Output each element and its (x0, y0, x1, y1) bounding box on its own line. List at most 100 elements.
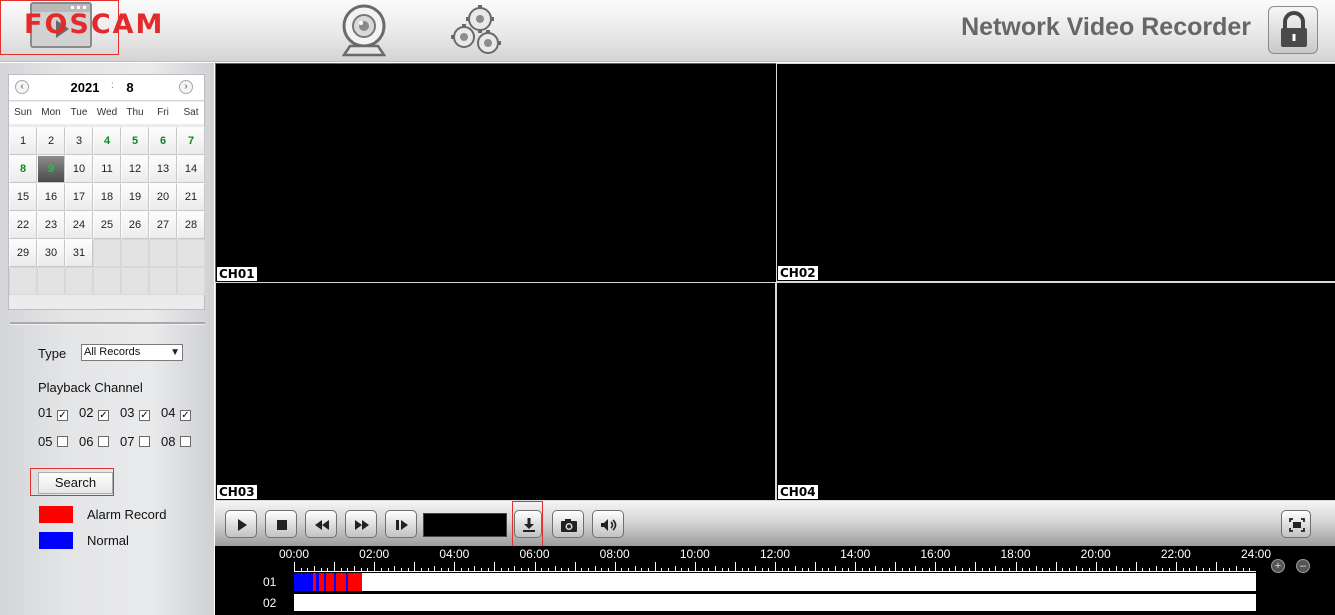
calendar-day-22[interactable]: 22 (9, 211, 37, 239)
checkmark-icon[interactable]: ✓ (139, 410, 150, 421)
channel-checkbox-07[interactable]: 07 (120, 434, 150, 449)
checkbox-icon[interactable] (180, 436, 191, 447)
calendar-day-20[interactable]: 20 (149, 183, 177, 211)
channel-checkbox-05[interactable]: 05 (38, 434, 68, 449)
timeline-track-01[interactable] (294, 573, 1256, 591)
timeline-hour-label: 16:00 (920, 547, 951, 561)
calendar-day-11[interactable]: 11 (93, 155, 121, 183)
calendar-day-7[interactable]: 7 (177, 127, 205, 155)
calendar-day-17[interactable]: 17 (65, 183, 93, 211)
calendar-empty-cell (93, 267, 121, 295)
checkbox-icon[interactable] (98, 436, 109, 447)
fast-forward-button[interactable] (345, 510, 377, 538)
checkmark-icon[interactable]: ✓ (98, 410, 109, 421)
timeline-row-label-02: 02 (263, 596, 277, 610)
calendar-day-31[interactable]: 31 (65, 239, 93, 267)
video-grid: CH01 CH02 CH03 CH04 (215, 63, 1335, 501)
calendar-day-15[interactable]: 15 (9, 183, 37, 211)
lock-button[interactable] (1268, 6, 1318, 54)
channel-number: 05 (38, 434, 53, 449)
calendar-day-4[interactable]: 4 (93, 127, 121, 155)
play-button[interactable] (225, 510, 257, 538)
calendar-day-27[interactable]: 27 (149, 211, 177, 239)
timeline-hour-label: 10:00 (679, 547, 710, 561)
alarm-record-swatch (39, 506, 73, 523)
stop-button[interactable] (265, 510, 297, 538)
channel-checkbox-04[interactable]: 04 ✓ (161, 405, 191, 421)
weekday-label: Sat (183, 107, 199, 118)
checkmark-icon[interactable]: ✓ (180, 410, 191, 421)
video-window-ch02[interactable]: CH02 (776, 63, 1335, 282)
timeline-hour-label: 02:00 (359, 547, 390, 561)
channel-checkbox-03[interactable]: 03 ✓ (120, 405, 150, 421)
calendar-day-29[interactable]: 29 (9, 239, 37, 267)
record-type-value: All Records (84, 346, 141, 358)
calendar-day-21[interactable]: 21 (177, 183, 205, 211)
alarm-record-segment[interactable] (335, 573, 347, 591)
rewind-icon (315, 520, 329, 530)
next-month-button[interactable]: › (179, 80, 193, 94)
calendar-month[interactable]: 8 (117, 79, 143, 96)
alarm-record-segment[interactable] (326, 573, 335, 591)
frame-step-button[interactable] (385, 510, 417, 538)
calendar-day-28[interactable]: 28 (177, 211, 205, 239)
rewind-button[interactable] (305, 510, 337, 538)
calendar-day-6[interactable]: 6 (149, 127, 177, 155)
fast-forward-icon (355, 520, 369, 530)
calendar-day-25[interactable]: 25 (93, 211, 121, 239)
snapshot-button[interactable] (552, 510, 584, 538)
channel-checkbox-01[interactable]: 01 ✓ (38, 405, 68, 421)
checkbox-icon[interactable] (139, 436, 150, 447)
playback-speed-display (423, 513, 507, 537)
calendar-day-23[interactable]: 23 (37, 211, 65, 239)
checkmark-icon[interactable]: ✓ (57, 410, 68, 421)
calendar-day-10[interactable]: 10 (65, 155, 93, 183)
calendar-day-16[interactable]: 16 (37, 183, 65, 211)
timeline-hour-label: 18:00 (1000, 547, 1031, 561)
timeline-hour-label: 22:00 (1160, 547, 1191, 561)
chevron-down-icon: ▼ (170, 347, 180, 358)
calendar-day-3[interactable]: 3 (65, 127, 93, 155)
nav-settings-button[interactable] (446, 3, 506, 59)
timeline-track-02[interactable] (294, 594, 1256, 611)
video-window-ch03[interactable]: CH03 (215, 282, 776, 501)
previous-month-button[interactable]: ‹ (15, 80, 29, 94)
channel-number: 08 (161, 434, 176, 449)
calendar-year[interactable]: 2021 (65, 79, 105, 96)
step-icon (396, 520, 408, 530)
checkbox-icon[interactable] (57, 436, 68, 447)
calendar-day-26[interactable]: 26 (121, 211, 149, 239)
video-window-ch04[interactable]: CH04 (776, 282, 1335, 501)
calendar-day-12[interactable]: 12 (121, 155, 149, 183)
calendar-day-9[interactable]: 9 (37, 155, 65, 183)
search-button[interactable]: Search (38, 472, 113, 494)
calendar-day-5[interactable]: 5 (121, 127, 149, 155)
type-label: Type (38, 346, 67, 361)
channel-checkbox-08[interactable]: 08 (161, 434, 191, 449)
audio-button[interactable] (592, 510, 624, 538)
timeline-zoom-in-button[interactable]: + (1271, 559, 1285, 573)
calendar-empty-cell (121, 267, 149, 295)
download-button[interactable] (514, 510, 542, 538)
calendar-day-30[interactable]: 30 (37, 239, 65, 267)
calendar-day-13[interactable]: 13 (149, 155, 177, 183)
nav-live-view-button[interactable] (334, 3, 394, 59)
alarm-record-segment[interactable] (348, 573, 363, 591)
channel-checkbox-02[interactable]: 02 ✓ (79, 405, 109, 421)
calendar-day-8[interactable]: 8 (9, 155, 37, 183)
calendar-day-24[interactable]: 24 (65, 211, 93, 239)
calendar-day-1[interactable]: 1 (9, 127, 37, 155)
normal-record-segment[interactable] (294, 573, 313, 591)
fullscreen-button[interactable] (1281, 510, 1311, 538)
calendar-day-18[interactable]: 18 (93, 183, 121, 211)
gears-icon (451, 5, 501, 54)
channel-checkbox-06[interactable]: 06 (79, 434, 109, 449)
timeline-zoom-out-button[interactable]: – (1296, 559, 1310, 573)
calendar-day-14[interactable]: 14 (177, 155, 205, 183)
record-type-select[interactable]: All Records ▼ (81, 344, 183, 361)
zoom-out-icon: – (1299, 560, 1307, 572)
video-window-ch01[interactable]: CH01 (215, 63, 777, 283)
timeline-ruler[interactable] (294, 561, 1256, 572)
calendar-day-19[interactable]: 19 (121, 183, 149, 211)
calendar-day-2[interactable]: 2 (37, 127, 65, 155)
